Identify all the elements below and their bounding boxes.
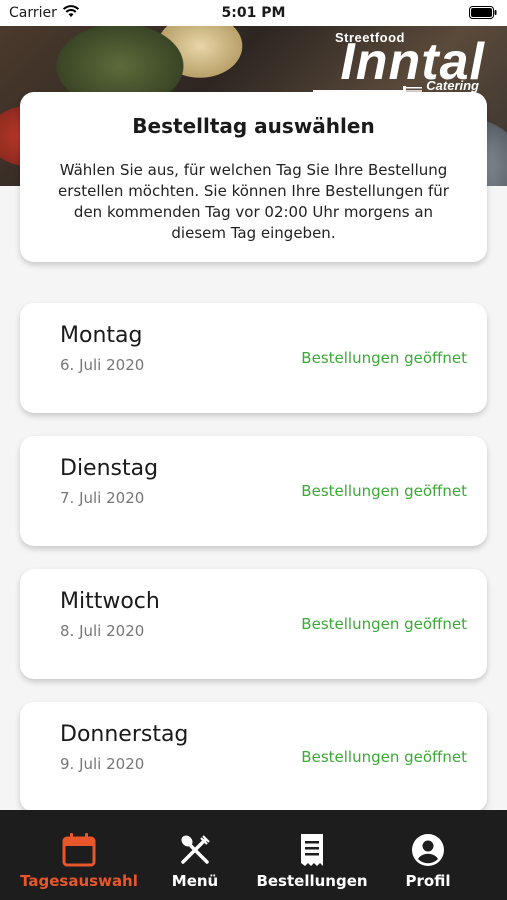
intro-description: Wählen Sie aus, für welchen Tag Sie Ihre…: [58, 161, 449, 242]
order-status: Bestellungen geöffnet: [301, 349, 467, 367]
calendar-icon: [62, 833, 96, 867]
brand-logo: Streetfood Inntal Catering: [305, 30, 485, 100]
clock: 5:01 PM: [221, 5, 286, 21]
tab-bestellungen[interactable]: Bestellungen: [247, 810, 377, 900]
day-card-montag[interactable]: Montag 6. Juli 2020 Bestellungen geöffne…: [20, 303, 487, 413]
fork-knife-icon: [181, 835, 210, 864]
tab-label: Profil: [405, 872, 451, 890]
tab-profil[interactable]: Profil: [396, 810, 460, 900]
day-name: Dienstag: [60, 456, 159, 481]
order-status: Bestellungen geöffnet: [301, 482, 467, 500]
day-name: Montag: [60, 323, 143, 348]
tab-label: Bestellungen: [256, 872, 368, 890]
day-date: 6. Juli 2020: [60, 356, 145, 374]
day-name: Mittwoch: [60, 589, 160, 614]
logo-bottom-text: Catering: [426, 78, 479, 93]
tab-tagesauswahl[interactable]: Tagesauswahl: [0, 810, 158, 900]
order-status: Bestellungen geöffnet: [301, 748, 467, 766]
day-date: 9. Juli 2020: [60, 755, 145, 773]
status-bar: Carrier 5:01 PM: [0, 0, 507, 26]
tab-label: Tagesauswahl: [20, 872, 138, 890]
page-title: Bestelltag auswählen: [132, 114, 375, 138]
receipt-icon: [301, 834, 323, 866]
day-date: 8. Juli 2020: [60, 622, 145, 640]
day-name: Donnerstag: [60, 722, 189, 747]
order-status: Bestellungen geöffnet: [301, 615, 467, 633]
tab-bar: Tagesauswahl Menü Bestellungen Profil: [0, 810, 507, 900]
day-card-donnerstag[interactable]: Donnerstag 9. Juli 2020 Bestellungen geö…: [20, 702, 487, 812]
day-card-mittwoch[interactable]: Mittwoch 8. Juli 2020 Bestellungen geöff…: [20, 569, 487, 679]
day-card-dienstag[interactable]: Dienstag 7. Juli 2020 Bestellungen geöff…: [20, 436, 487, 546]
profile-icon: [412, 834, 444, 866]
tab-menu[interactable]: Menü: [158, 810, 232, 900]
tab-label: Menü: [171, 872, 219, 890]
day-date: 7. Juli 2020: [60, 489, 145, 507]
intro-card: Bestelltag auswählen Wählen Sie aus, für…: [20, 92, 487, 262]
battery-icon: [469, 6, 497, 23]
